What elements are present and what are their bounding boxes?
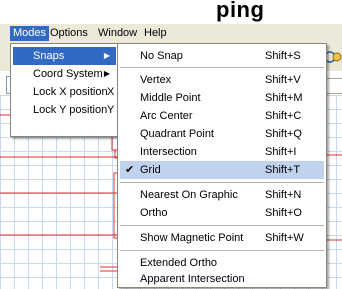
menu-modes[interactable]: Modes	[10, 26, 50, 41]
snap-item-intersection[interactable]: Intersection Shift+I	[120, 143, 324, 161]
modes-item-coord-system[interactable]: Coord System ▶	[13, 65, 116, 83]
snap-item-apparent-intersection[interactable]: Apparent Intersection	[120, 270, 324, 288]
menu-separator	[120, 250, 324, 251]
window-title-fragment: ping	[216, 0, 265, 22]
modes-item-lock-y[interactable]: Lock Y position Y	[13, 101, 116, 119]
menu-separator	[120, 182, 324, 183]
modes-item-lock-x[interactable]: Lock X position X	[13, 83, 116, 101]
menu-separator	[120, 67, 324, 68]
submenu-arrow-icon: ▶	[103, 69, 110, 78]
snap-item-show-magnetic-point[interactable]: Show Magnetic Point Shift+W	[120, 229, 324, 247]
snap-item-vertex[interactable]: Vertex Shift+V	[120, 71, 324, 89]
snaps-menu: No Snap Shift+S Vertex Shift+V Middle Poin…	[117, 43, 327, 288]
menu-separator	[120, 225, 324, 226]
menu-help[interactable]: Help	[141, 26, 170, 41]
submenu-arrow-icon: ▶	[103, 51, 110, 60]
checkmark-icon: ✔	[125, 164, 135, 176]
snap-item-nearest-on-graphic[interactable]: Nearest On Graphic Shift+N	[120, 186, 324, 204]
menubar: Modes Options Window Help	[0, 24, 342, 63]
title-strip: ping	[0, 0, 342, 24]
snap-item-quadrant-point[interactable]: Quadrant Point Shift+Q	[120, 125, 324, 143]
modes-item-snaps[interactable]: Snaps ▶	[13, 47, 116, 65]
menu-options[interactable]: Options	[47, 26, 91, 41]
snap-item-no-snap[interactable]: No Snap Shift+S	[120, 47, 324, 65]
snap-item-grid[interactable]: ✔ Grid Shift+T	[120, 161, 324, 179]
modes-menu: Snaps ▶ Coord System ▶ Lock X position X…	[10, 43, 119, 137]
snap-item-middle-point[interactable]: Middle Point Shift+M	[120, 89, 324, 107]
menu-window[interactable]: Window	[95, 26, 140, 41]
snap-item-ortho[interactable]: Ortho Shift+O	[120, 204, 324, 222]
snap-item-arc-center[interactable]: Arc Center Shift+C	[120, 107, 324, 125]
